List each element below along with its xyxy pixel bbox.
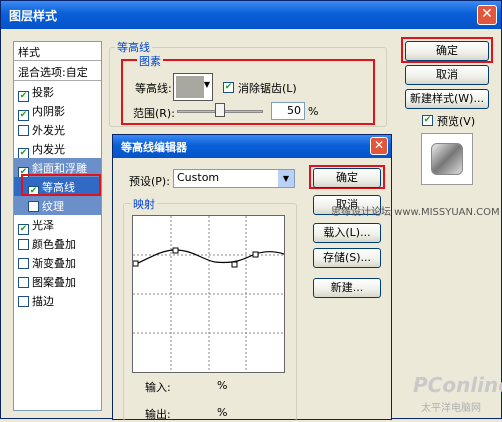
curve-point <box>132 260 139 267</box>
preview-shape <box>431 143 463 175</box>
highlight-box <box>21 174 101 196</box>
checkbox[interactable] <box>18 239 29 250</box>
close-icon[interactable]: ✕ <box>477 5 497 25</box>
curve-point <box>252 251 259 258</box>
contour-picker[interactable]: ▼ <box>173 73 213 101</box>
style-item-stroke[interactable]: 描边 <box>14 291 101 310</box>
layer-style-dialog: 图层样式 ✕ 样式 混合选项:自定 ✔ 投影 ✔ 内阴影 外发光 ✔ 内发光 ✔ 斜面和… <box>0 0 502 421</box>
style-item-satin[interactable]: ✔ 光泽 <box>14 215 101 235</box>
close-icon[interactable]: ✕ <box>370 137 388 155</box>
checkbox[interactable] <box>18 258 29 269</box>
dialog-title: 图层样式 <box>9 9 58 23</box>
dialog-titlebar: 图层样式 ✕ <box>1 1 501 29</box>
preset-label: 预设(P): <box>129 175 170 188</box>
contour-label: 等高线: <box>135 82 172 95</box>
output-label: 输出: <box>145 408 171 421</box>
ok-button[interactable]: 确定 <box>405 41 489 61</box>
new-style-button[interactable]: 新建样式(W)... <box>405 89 489 109</box>
preview-swatch <box>421 133 473 185</box>
contour-graph[interactable] <box>132 215 285 373</box>
contour-editor-dialog: 等高线编辑器 ✕ 预设(P): Custom ▼ 映射 输入: % 输出: % … <box>112 134 392 421</box>
output-unit: % <box>217 406 228 419</box>
style-item-color-overlay[interactable]: 颜色叠加 <box>14 234 101 253</box>
style-item-outer-glow[interactable]: 外发光 <box>14 120 101 139</box>
style-item-inner-shadow[interactable]: ✔ 内阴影 <box>14 101 101 121</box>
preview-label: 预览(V) <box>437 115 476 128</box>
style-item-texture[interactable]: 纹理 <box>14 196 101 215</box>
chevron-down-icon: ▼ <box>203 80 210 89</box>
chevron-down-icon[interactable]: ▼ <box>278 170 294 187</box>
preset-value: Custom <box>177 171 220 184</box>
curve-point <box>231 261 238 268</box>
checkbox[interactable] <box>28 201 39 212</box>
checkbox[interactable] <box>18 125 29 136</box>
style-item-pattern-overlay[interactable]: 图案叠加 <box>14 272 101 291</box>
range-input[interactable]: 50 <box>271 102 305 120</box>
contour-curve <box>135 249 285 265</box>
style-item-blending[interactable]: 混合选项:自定 <box>14 62 101 81</box>
range-slider-thumb[interactable] <box>215 103 225 117</box>
style-list: 样式 混合选项:自定 ✔ 投影 ✔ 内阴影 外发光 ✔ 内发光 ✔ 斜面和浮雕 ✔ 等高线… <box>13 41 102 411</box>
contour-thumbnail <box>176 76 204 98</box>
cancel-button[interactable]: 取消 <box>405 65 489 85</box>
antialias-label: 消除锯齿(L) <box>238 82 297 95</box>
style-item-gradient-overlay[interactable]: 渐变叠加 <box>14 253 101 272</box>
style-item-drop-shadow[interactable]: ✔ 投影 <box>14 82 101 102</box>
preview-checkbox[interactable]: ✔ <box>422 115 433 126</box>
contour-editor-titlebar: 等高线编辑器 ✕ <box>113 135 391 158</box>
style-item-inner-glow[interactable]: ✔ 内发光 <box>14 139 101 159</box>
checkbox[interactable] <box>18 277 29 288</box>
contour-editor-title: 等高线编辑器 <box>121 141 187 154</box>
mapping-title: 映射 <box>131 196 157 212</box>
curve-point <box>172 247 179 254</box>
range-unit: % <box>308 105 319 118</box>
range-label: 范围(R): <box>133 107 175 120</box>
editor-ok-button[interactable]: 确定 <box>313 168 381 188</box>
site-watermark: 思缘设计论坛 www.MISSYUAN.COM <box>331 207 500 218</box>
style-list-header[interactable]: 样式 <box>14 42 101 61</box>
contour-graph-canvas <box>132 216 285 372</box>
brand-watermark: PConline <box>413 373 502 397</box>
editor-save-button[interactable]: 存储(S)... <box>313 248 381 268</box>
elements-subgroup-title: 图素 <box>137 53 163 69</box>
input-label: 输入: <box>145 381 171 394</box>
editor-new-button[interactable]: 新建... <box>313 278 381 298</box>
preset-select[interactable]: Custom ▼ <box>173 169 295 188</box>
checkbox[interactable] <box>18 296 29 307</box>
input-unit: % <box>217 379 228 392</box>
brand-subtitle-watermark: 太平洋电脑网 <box>421 403 481 414</box>
editor-load-button[interactable]: 载入(L)... <box>313 223 381 243</box>
antialias-checkbox[interactable]: ✔ <box>223 82 234 93</box>
